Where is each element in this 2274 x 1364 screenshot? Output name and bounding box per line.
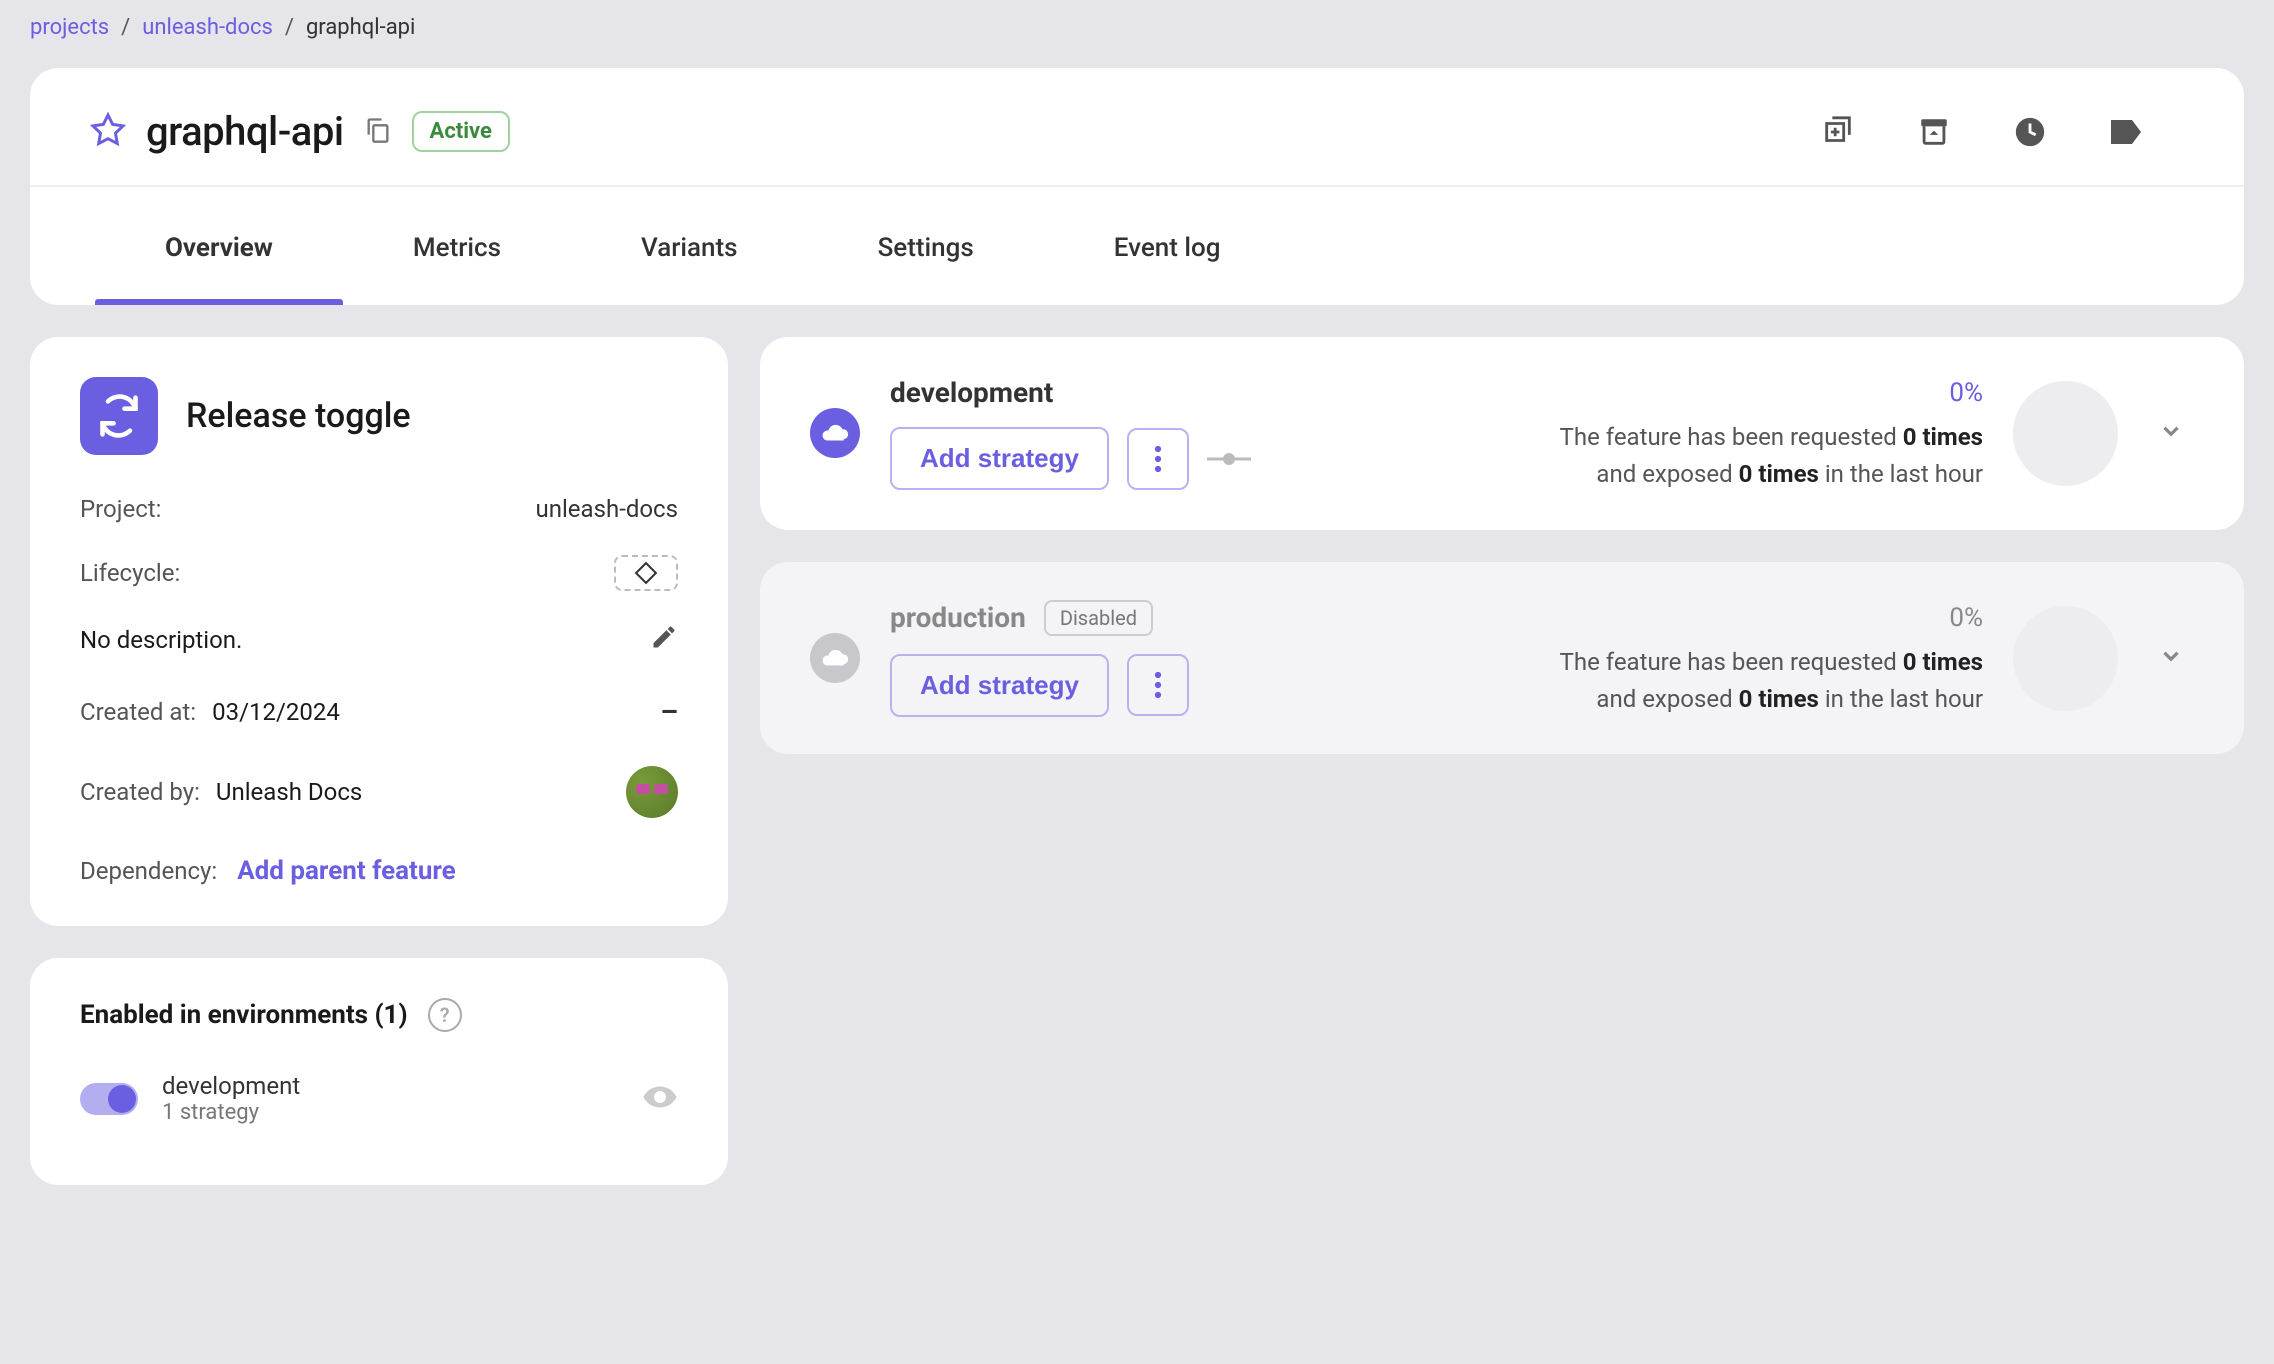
- created-by-label: Created by:: [80, 778, 200, 806]
- flag-name: graphql-api: [146, 108, 344, 155]
- add-strategy-button[interactable]: Add strategy: [890, 427, 1109, 490]
- tag-icon[interactable]: [2108, 114, 2144, 150]
- copy-icon[interactable]: [364, 116, 392, 148]
- environments-title: Enabled in environments (1): [80, 1000, 408, 1030]
- created-at-value: 03/12/2024: [212, 698, 340, 726]
- created-at-label: Created at:: [80, 698, 196, 726]
- environment-strategy-count: 1 strategy: [162, 1100, 300, 1125]
- feature-header-card: graphql-api Active: [30, 68, 2244, 305]
- eye-icon[interactable]: [642, 1079, 678, 1119]
- archive-icon[interactable]: [1916, 114, 1952, 150]
- more-button[interactable]: [1127, 654, 1189, 716]
- details-panel: Release toggle Project: unleash-docs Lif…: [30, 337, 728, 926]
- tab-settings[interactable]: Settings: [808, 187, 1044, 305]
- environment-name: development: [162, 1072, 300, 1100]
- lifecycle-label: Lifecycle:: [80, 559, 180, 587]
- environment-toggle[interactable]: [80, 1083, 138, 1115]
- cloud-icon: [810, 633, 860, 683]
- toggle-type-title: Release toggle: [186, 396, 411, 436]
- add-parent-button[interactable]: Add parent feature: [237, 856, 456, 886]
- tab-metrics[interactable]: Metrics: [343, 187, 571, 305]
- collapse-icon[interactable]: –: [660, 695, 678, 728]
- env-exposure-pct: 0%: [1560, 373, 1983, 413]
- env-stats-text: 0% The feature has been requested 0 time…: [1560, 598, 1983, 719]
- created-by-value: Unleash Docs: [216, 778, 362, 806]
- dependency-label: Dependency:: [80, 857, 217, 885]
- chevron-down-icon[interactable]: [2148, 633, 2194, 683]
- env-card-name: production: [890, 601, 1026, 634]
- breadcrumb-projects[interactable]: projects: [30, 15, 109, 40]
- add-strategy-button[interactable]: Add strategy: [890, 654, 1109, 717]
- breadcrumb: projects / unleash-docs / graphql-api: [30, 15, 2244, 40]
- clock-icon[interactable]: [2012, 114, 2048, 150]
- environment-card-production: production Disabled Add strategy 0% The …: [760, 562, 2244, 755]
- env-card-name: development: [890, 376, 1053, 409]
- edit-icon[interactable]: [650, 623, 678, 657]
- status-badge: Active: [412, 111, 510, 152]
- lifecycle-badge[interactable]: [614, 555, 678, 591]
- environment-item: development 1 strategy: [80, 1072, 678, 1125]
- tabs: Overview Metrics Variants Settings Event…: [30, 185, 2244, 305]
- avatar: [626, 766, 678, 818]
- metrics-chart-placeholder: [2013, 606, 2118, 711]
- metrics-chart-placeholder: [2013, 381, 2118, 486]
- breadcrumb-separator: /: [121, 15, 130, 40]
- add-icon[interactable]: [1820, 114, 1856, 150]
- env-stats-text: 0% The feature has been requested 0 time…: [1560, 373, 1983, 494]
- more-button[interactable]: [1127, 428, 1189, 490]
- tab-variants[interactable]: Variants: [571, 187, 808, 305]
- project-value: unleash-docs: [535, 495, 678, 523]
- env-exposure-pct: 0%: [1560, 598, 1983, 638]
- tab-event-log[interactable]: Event log: [1044, 187, 1291, 305]
- environment-card-development: development Add strategy 0%: [760, 337, 2244, 530]
- cloud-icon: [810, 408, 860, 458]
- help-icon[interactable]: ?: [428, 998, 462, 1032]
- tab-overview[interactable]: Overview: [95, 187, 343, 305]
- project-label: Project:: [80, 495, 161, 523]
- breadcrumb-current: graphql-api: [306, 15, 415, 40]
- environments-panel: Enabled in environments (1) ? developmen…: [30, 958, 728, 1185]
- description-text: No description.: [80, 626, 242, 654]
- strategy-track-icon: [1207, 449, 1251, 469]
- breadcrumb-separator: /: [285, 15, 294, 40]
- release-toggle-icon: [80, 377, 158, 455]
- diamond-icon: [635, 562, 658, 585]
- breadcrumb-project[interactable]: unleash-docs: [142, 15, 273, 40]
- star-icon[interactable]: [90, 112, 126, 152]
- chevron-down-icon[interactable]: [2148, 408, 2194, 458]
- disabled-badge: Disabled: [1044, 600, 1153, 636]
